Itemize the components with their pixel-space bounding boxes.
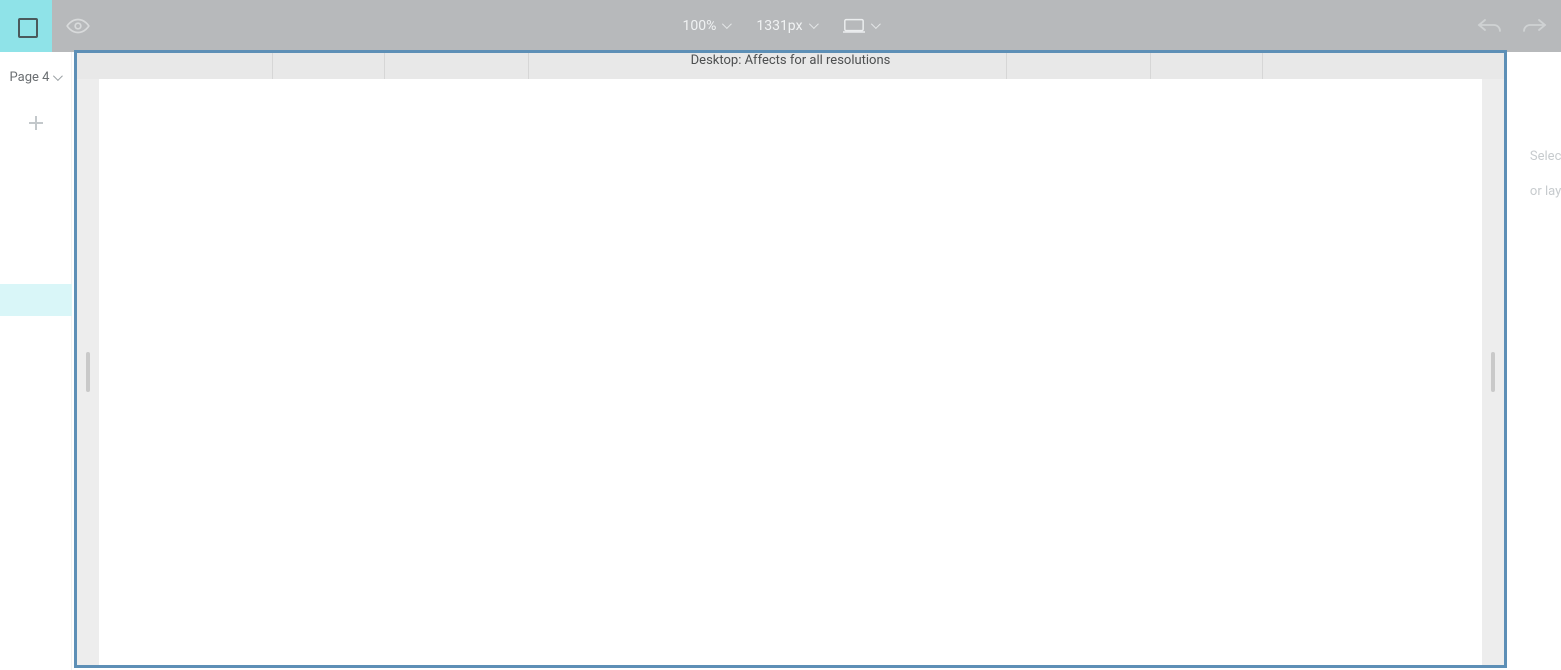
chevron-down-icon: [53, 74, 61, 82]
frame-tool-button[interactable]: [0, 0, 52, 52]
canvas-width-value: 1331px: [756, 18, 802, 34]
right-inspector: Select or laye: [1509, 52, 1561, 670]
add-page-button[interactable]: [26, 113, 46, 133]
zoom-dropdown[interactable]: 100%: [682, 18, 730, 34]
redo-button[interactable]: [1521, 16, 1547, 36]
chevron-down-icon: [871, 22, 879, 30]
device-dropdown[interactable]: [843, 18, 879, 34]
hint-line-2: or laye: [1530, 184, 1561, 199]
resize-handle-left[interactable]: [86, 352, 90, 392]
grid-column-divider[interactable]: [385, 53, 529, 79]
eye-icon: [65, 13, 91, 39]
left-sidebar: Page 4: [0, 52, 72, 670]
grid-column-divider[interactable]: [273, 53, 385, 79]
page-selector[interactable]: Page 4: [10, 70, 62, 85]
page-thumbnail-active[interactable]: [0, 284, 72, 316]
chevron-down-icon: [809, 22, 817, 30]
toolbar-center-controls: 100% 1331px: [682, 18, 878, 34]
resize-handle-right[interactable]: [1491, 352, 1495, 392]
canvas-width-dropdown[interactable]: 1331px: [756, 18, 816, 34]
toolbar-right-controls: [1477, 0, 1561, 52]
responsive-grid-header[interactable]: [77, 53, 1504, 79]
grid-column-divider[interactable]: [1263, 53, 1504, 79]
zoom-value: 100%: [682, 18, 716, 34]
undo-button[interactable]: [1477, 16, 1503, 36]
grid-column-divider[interactable]: [77, 53, 273, 79]
frame-icon: [15, 15, 37, 37]
inspector-hint: Select or laye: [1509, 130, 1561, 218]
canvas-area[interactable]: Desktop: Affects for all resolutions: [72, 48, 1509, 670]
canvas-left-gutter[interactable]: [77, 79, 99, 665]
grid-column-divider[interactable]: [1007, 53, 1151, 79]
chevron-down-icon: [722, 22, 730, 30]
page-label: Page 4: [10, 70, 50, 85]
grid-column-divider[interactable]: [529, 53, 1007, 79]
canvas-right-gutter[interactable]: [1482, 79, 1504, 665]
hint-line-1: Select: [1530, 149, 1561, 164]
device-icon: [843, 18, 865, 34]
top-toolbar: 100% 1331px: [0, 0, 1561, 52]
artboard-body[interactable]: [99, 79, 1482, 665]
grid-column-divider[interactable]: [1151, 53, 1263, 79]
preview-button[interactable]: [52, 0, 104, 52]
